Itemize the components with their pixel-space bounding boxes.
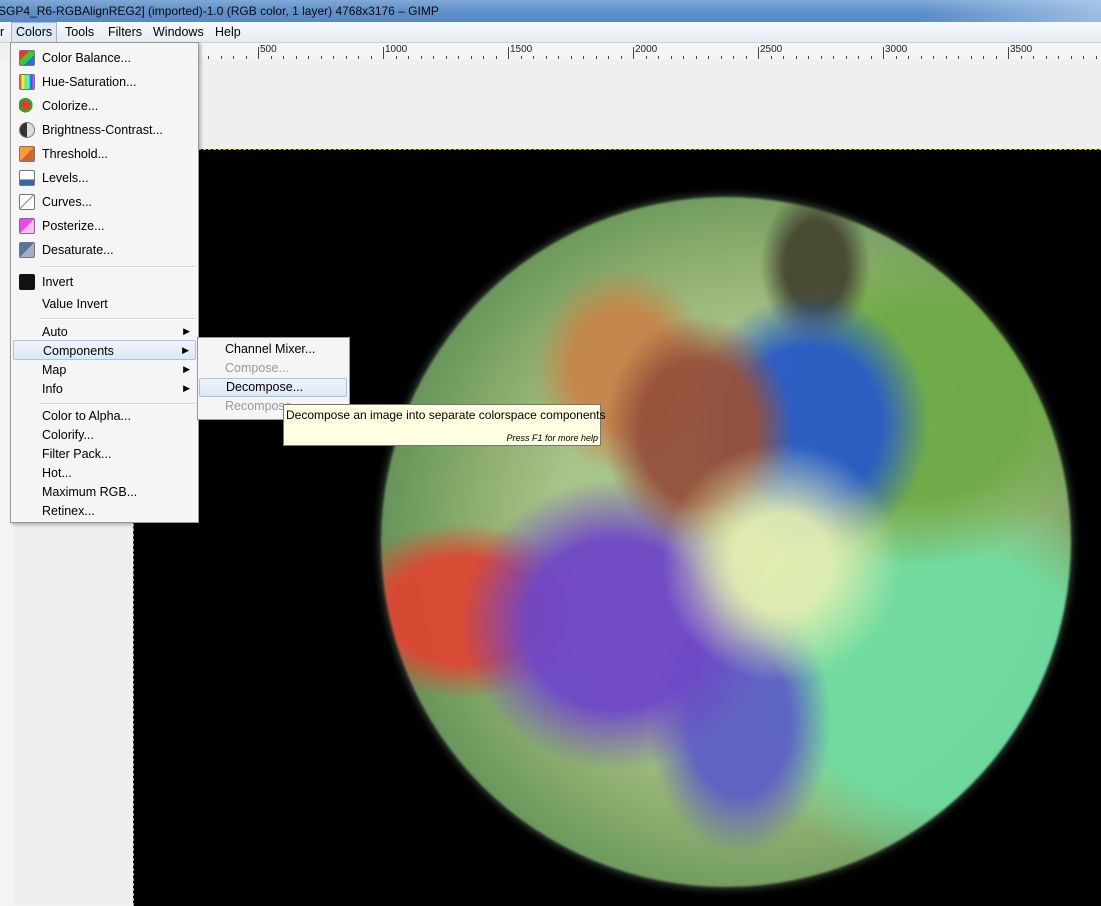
- posterize-icon: [19, 218, 35, 234]
- tooltip-help: Press F1 for more help: [506, 433, 598, 443]
- menu-item-value-invert[interactable]: Value Invert: [13, 293, 196, 315]
- menu-filters[interactable]: Filters: [104, 22, 146, 42]
- menu-colors[interactable]: Colors: [11, 22, 58, 42]
- menu-item-threshold[interactable]: Threshold...: [13, 143, 196, 165]
- desaturate-icon: [19, 242, 35, 258]
- menu-bar: r Colors Tools Filters Windows Help: [0, 22, 1101, 43]
- window-title: SGP4_R6-RGBAlignREG2] (imported)-1.0 (RG…: [0, 4, 439, 18]
- menu-item-components[interactable]: Components ▶: [13, 340, 196, 360]
- menu-tools[interactable]: Tools: [61, 22, 98, 42]
- menu-item-color-balance[interactable]: Color Balance...: [13, 47, 196, 69]
- moon-image: [381, 197, 1071, 887]
- menu-item-curves[interactable]: Curves...: [13, 191, 196, 213]
- ruler-label: 3000: [885, 44, 908, 55]
- ruler-label: 2000: [635, 44, 658, 55]
- menu-item-posterize[interactable]: Posterize...: [13, 215, 196, 237]
- menu-item-brightness-contrast[interactable]: Brightness-Contrast...: [13, 119, 196, 141]
- curves-icon: [19, 194, 35, 210]
- menu-item-invert[interactable]: Invert: [13, 271, 196, 293]
- ruler-label: 500: [260, 44, 277, 55]
- menu-item-desaturate[interactable]: Desaturate...: [13, 239, 196, 261]
- submenu-arrow-icon: ▶: [183, 383, 190, 393]
- submenu-item-compose[interactable]: Compose...: [199, 359, 347, 378]
- menu-image-partial[interactable]: r: [0, 22, 8, 42]
- window-title-bar: SGP4_R6-RGBAlignREG2] (imported)-1.0 (RG…: [0, 0, 1101, 22]
- menu-item-colorize[interactable]: Colorize...: [13, 95, 196, 117]
- brightness-contrast-icon: [19, 122, 35, 138]
- submenu-arrow-icon: ▶: [182, 345, 189, 355]
- menu-item-hue-saturation[interactable]: Hue-Saturation...: [13, 71, 196, 93]
- ruler-label: 1000: [385, 44, 408, 55]
- submenu-item-channel-mixer[interactable]: Channel Mixer...: [199, 340, 347, 359]
- ruler-label: 2500: [760, 44, 783, 55]
- hue-saturation-icon: [19, 74, 35, 90]
- color-balance-icon: [19, 50, 35, 66]
- menu-separator: [39, 318, 195, 320]
- submenu-arrow-icon: ▶: [183, 326, 190, 336]
- levels-icon: [19, 170, 35, 186]
- ruler-label: 3500: [1010, 44, 1033, 55]
- invert-icon: [19, 274, 35, 290]
- colors-menu: Color Balance... Hue-Saturation... Color…: [10, 42, 199, 523]
- tooltip-text: Decompose an image into separate colorsp…: [286, 408, 606, 422]
- title-bar-glow: [921, 0, 1101, 22]
- submenu-item-decompose[interactable]: Decompose...: [199, 378, 347, 397]
- menu-item-info[interactable]: Info ▶: [13, 378, 196, 400]
- menu-help[interactable]: Help: [211, 22, 245, 42]
- tooltip: Decompose an image into separate colorsp…: [283, 404, 606, 446]
- submenu-arrow-icon: ▶: [183, 364, 190, 374]
- menu-separator: [39, 266, 195, 268]
- colorize-icon: [19, 98, 35, 114]
- menu-item-retinex[interactable]: Retinex...: [13, 500, 196, 522]
- menu-windows[interactable]: Windows: [149, 22, 208, 42]
- threshold-icon: [19, 146, 35, 162]
- ruler-label: 1500: [510, 44, 533, 55]
- menu-item-levels[interactable]: Levels...: [13, 167, 196, 189]
- horizontal-ruler[interactable]: 500 1000 1500 2000 2500 3000 3500: [198, 43, 1101, 60]
